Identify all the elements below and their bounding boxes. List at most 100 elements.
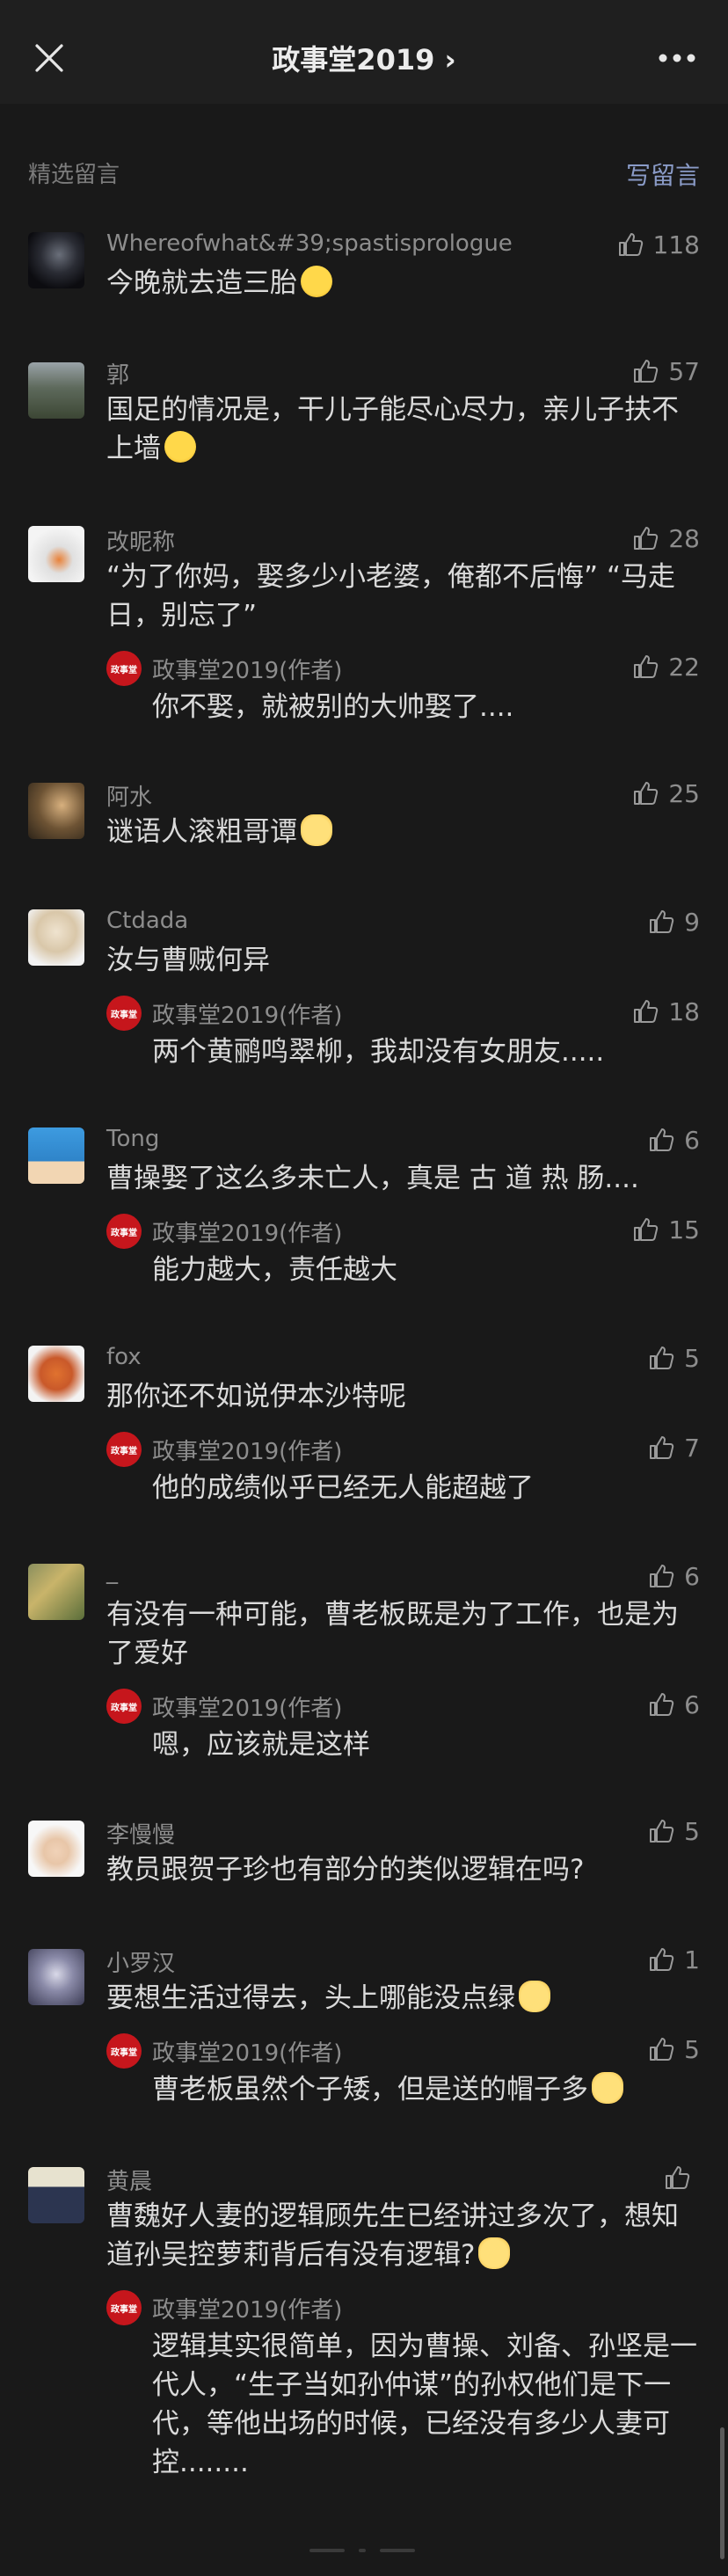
reply-author: 政事堂2019(作者) (152, 1221, 343, 1247)
comment-author: 小罗汉 (106, 1951, 176, 1977)
like-button[interactable]: 9 (647, 904, 700, 939)
comment-text: 谜语人滚粗哥谭 (106, 813, 700, 851)
laugh-emoji-icon (301, 266, 332, 297)
author-avatar: 政事堂 (106, 996, 142, 1031)
thumbs-up-icon (650, 1948, 674, 1971)
comment-author: 阿水 (106, 784, 153, 811)
comment-text: 汝与曹贼何异 (106, 945, 270, 976)
page-title[interactable]: 政事堂2019 › (0, 38, 728, 78)
like-count: 1 (684, 1945, 700, 1974)
reply-like-button[interactable]: 15 (631, 1212, 700, 1247)
like-count: 6 (684, 1125, 700, 1155)
thumbs-up-icon (650, 1128, 674, 1151)
featured-comments-label: 精选留言 (28, 162, 120, 188)
write-comment-button[interactable]: 写留言 (626, 157, 700, 192)
thumbs-up-icon (666, 2166, 690, 2189)
avatar[interactable] (28, 362, 84, 419)
comment-text: 曹操娶了这么多未亡人，真是 古 道 热 肠.... (106, 1163, 639, 1194)
avatar[interactable] (28, 1821, 84, 1877)
reply-like-button[interactable]: 7 (647, 1430, 700, 1465)
reply-text: 嗯，应该就是这样 (152, 1729, 370, 1761)
like-button[interactable]: 25 (631, 776, 700, 811)
like-button[interactable]: 57 (631, 354, 700, 389)
like-count: 6 (684, 1689, 700, 1719)
thumbs-up-icon (650, 2038, 674, 2061)
comment-author: 李慢慢 (106, 1822, 176, 1849)
like-button[interactable]: 5 (647, 1340, 700, 1376)
author-avatar: 政事堂 (106, 2290, 142, 2325)
like-count: 22 (668, 652, 700, 682)
avatar[interactable] (28, 909, 84, 966)
thumbs-up-icon (634, 1000, 659, 1023)
like-count: 18 (668, 996, 700, 1026)
comment-author: Ctdada (106, 908, 189, 934)
reply-text: 曹老板虽然个子矮，但是送的帽子多 (152, 2070, 700, 2109)
comment-text: 要想生活过得去，头上哪能没点绿 (106, 1979, 700, 2018)
comment-text: “为了你妈，娶多少小老婆，俺都不后悔” “马走日，别忘了” (106, 561, 676, 631)
comment-text: 有没有一种可能，曹老板既是为了工作，也是为了爱好 (106, 1599, 679, 1669)
like-count: 9 (684, 907, 700, 937)
reply-author: 政事堂2019(作者) (152, 1696, 343, 1722)
scrollbar[interactable] (720, 2427, 724, 2559)
comment-text: 教员跟贺子珍也有部分的类似逻辑在吗? (106, 1854, 585, 1886)
reply-text: 逻辑其实很简单，因为曹操、刘备、孙坚是一代人，“生子当如孙仲谋”的孙权他们是下一… (152, 2331, 697, 2478)
like-count: 6 (684, 1561, 700, 1591)
avatar[interactable] (28, 2167, 84, 2223)
comment-author: 郭 (106, 362, 130, 389)
like-button[interactable] (663, 2160, 700, 2195)
reply-author: 政事堂2019(作者) (152, 658, 343, 684)
thumbs-up-icon (650, 1820, 674, 1843)
like-button[interactable]: 1 (647, 1942, 700, 1977)
thumbs-up-icon (650, 1346, 674, 1369)
avatar[interactable] (28, 1127, 84, 1184)
thumbs-up-icon (650, 1565, 674, 1587)
like-button[interactable]: 28 (631, 521, 700, 556)
reply-text: 两个黄鹂鸣翠柳，我却没有女朋友..... (152, 1036, 605, 1068)
reply-like-button[interactable]: 6 (647, 1687, 700, 1722)
avatar[interactable] (28, 783, 84, 839)
like-button[interactable]: 6 (647, 1558, 700, 1594)
reply-author: 政事堂2019(作者) (152, 1439, 343, 1465)
comment-text: 国足的情况是，干儿子能尽心尽力，亲儿子扶不上墙 (106, 394, 679, 464)
thumbs-up-icon (650, 1693, 674, 1716)
reply-author: 政事堂2019(作者) (152, 1003, 343, 1029)
avatar[interactable] (28, 1564, 84, 1620)
like-button[interactable]: 5 (647, 1813, 700, 1849)
cat-emoji-icon (478, 2237, 511, 2269)
avatar[interactable] (28, 526, 84, 582)
thumbs-up-icon (618, 233, 643, 256)
comment-text: 今晚就去造三胎 (106, 264, 700, 303)
reply-like-button[interactable]: 22 (631, 649, 700, 684)
like-count: 28 (668, 523, 700, 553)
like-count: 15 (668, 1215, 700, 1244)
author-avatar: 政事堂 (106, 1689, 142, 1724)
more-dots-icon[interactable] (658, 53, 696, 63)
reply-author: 政事堂2019(作者) (152, 2040, 343, 2067)
like-button[interactable]: 6 (647, 1122, 700, 1157)
like-count: 5 (684, 1343, 700, 1373)
comment-text: 曹魏好人妻的逻辑顾先生已经讲过多次了，想知道孙吴控萝莉背后有没有逻辑? (106, 2200, 679, 2271)
comments-section-header: 精选留言 写留言 (28, 157, 700, 192)
author-avatar: 政事堂 (106, 2033, 142, 2069)
cat-emoji-icon (301, 814, 332, 846)
thumbs-up-icon (634, 527, 659, 550)
cat-emoji-icon (519, 1981, 550, 2012)
like-count: 57 (668, 356, 700, 386)
like-count: 25 (668, 778, 700, 808)
like-button[interactable]: 118 (616, 227, 700, 262)
avatar[interactable] (28, 1949, 84, 2005)
comment-author: Tong (106, 1126, 160, 1152)
avatar[interactable] (28, 232, 84, 288)
reply-text: 能力越大，责任越大 (152, 1254, 397, 1286)
thumbs-up-icon (634, 782, 659, 805)
like-count: 5 (684, 2034, 700, 2064)
reply-like-button[interactable]: 18 (631, 994, 700, 1029)
reply-like-button[interactable]: 5 (647, 2032, 700, 2067)
thumbs-up-icon (634, 1218, 659, 1241)
avatar[interactable] (28, 1346, 84, 1402)
top-bar: 政事堂2019 › (0, 0, 728, 104)
comment-text: 那你还不如说伊本沙特呢 (106, 1381, 406, 1412)
reply-author: 政事堂2019(作者) (152, 2297, 343, 2324)
comment-author: fox (106, 1344, 142, 1370)
page-indicator (309, 2549, 424, 2552)
